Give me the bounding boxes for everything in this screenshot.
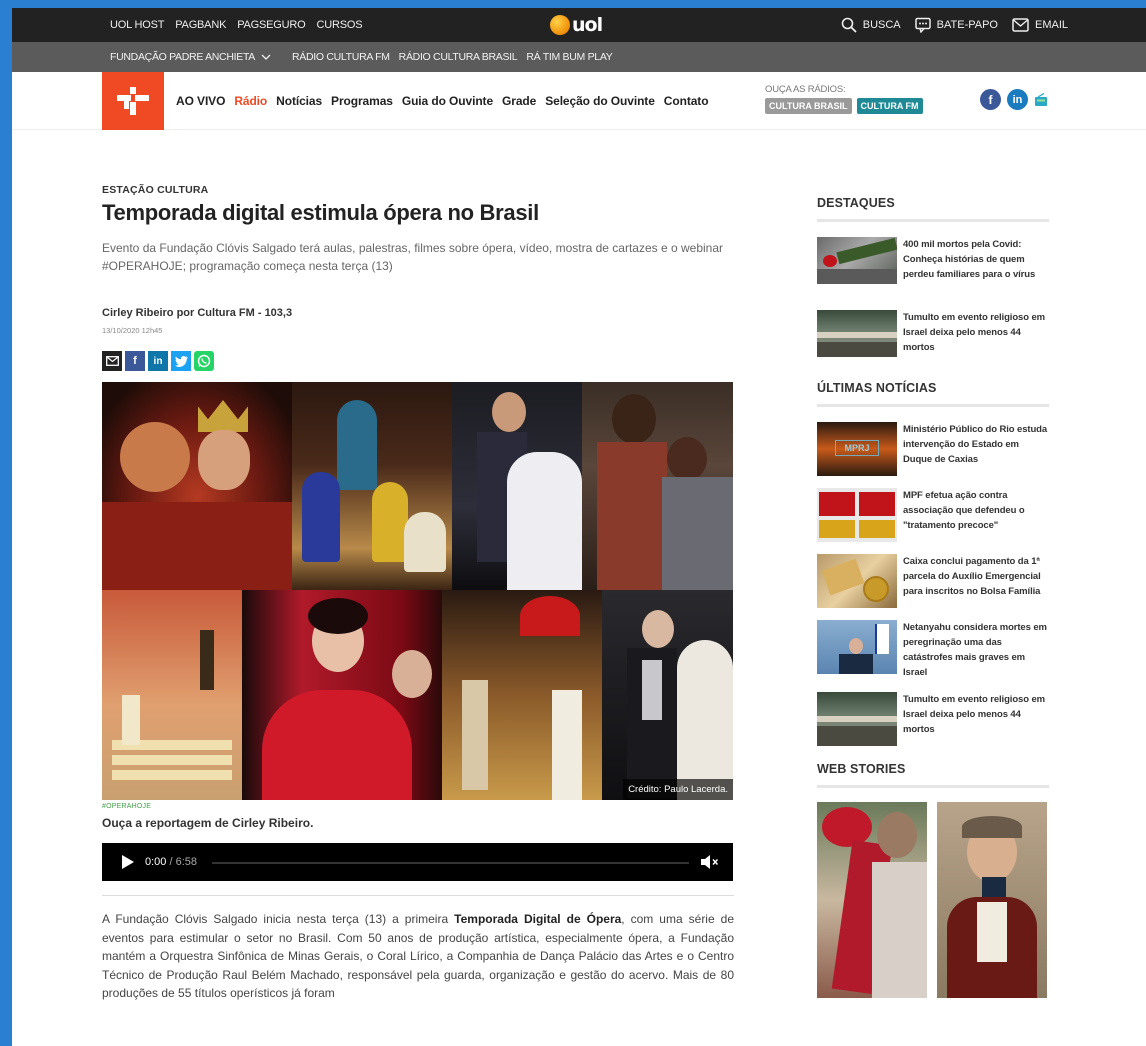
ultimas-thumb-israel (817, 692, 897, 746)
destaques-underline (817, 219, 1049, 222)
linkedin-icon[interactable]: in (1007, 89, 1028, 110)
ultimas-item[interactable]: MPF efetua ação contra associação que de… (817, 488, 1049, 542)
destaques-heading: DESTAQUES (817, 196, 895, 210)
sidebar: DESTAQUES 400 mil mortos pela Covid: Con… (817, 196, 1049, 998)
nav-selecao-do-ouvinte[interactable]: Seleção do Ouvinte (545, 94, 655, 108)
cultura-logo[interactable] (102, 72, 164, 130)
uol-link-cursos[interactable]: CURSOS (317, 19, 363, 31)
nav-grade[interactable]: Grade (502, 94, 536, 108)
audio-time: 0:00 / 6:58 (145, 856, 198, 868)
facebook-icon[interactable]: f (980, 89, 1001, 110)
nav-contato[interactable]: Contato (664, 94, 709, 108)
ultimas-thumb-caixa (817, 554, 897, 608)
radio-cultura-brasil-button[interactable]: CULTURA BRASIL (765, 98, 852, 114)
audio-player: 0:00 / 6:58 (102, 843, 733, 881)
uol-link-pagseguro[interactable]: PAGSEGURO (237, 19, 305, 31)
audio-progress-track[interactable] (212, 862, 689, 864)
article-title: Temporada digital estimula ópera no Bras… (102, 200, 539, 225)
search-icon (841, 17, 857, 33)
link-radio-cultura-brasil[interactable]: RÁDIO CULTURA BRASIL (399, 51, 518, 63)
ultimas-underline (817, 404, 1049, 407)
busca-link[interactable]: BUSCA (841, 17, 901, 33)
article-subtitle: Evento da Fundação Clóvis Salgado terá a… (102, 241, 724, 273)
link-radio-cultura-fm[interactable]: RÁDIO CULTURA FM (292, 51, 390, 63)
photo-tile-duet (582, 382, 733, 590)
photo-tile-soprano-red-dress (242, 590, 442, 800)
cultura-nav: AO VIVO Rádio Notícias Programas Guia do… (12, 72, 1146, 130)
nav-ao-vivo[interactable]: AO VIVO (176, 94, 225, 108)
chevron-down-icon (261, 54, 271, 60)
nav-radio[interactable]: Rádio (234, 94, 267, 108)
audio-current-time: 0:00 (145, 856, 167, 868)
share-whatsapp-icon[interactable] (194, 351, 214, 371)
photo-tag[interactable]: #OPERAHOJE (102, 803, 734, 810)
mute-icon[interactable] (701, 855, 719, 869)
listen-caption: Ouça a reportagem de Cirley Ribeiro. (102, 816, 314, 830)
share-email-icon[interactable] (102, 351, 122, 371)
destaque-thumb-covid (817, 237, 897, 284)
photo-tile-stage-ensemble (292, 382, 452, 590)
chat-icon (914, 17, 931, 33)
share-linkedin-icon[interactable]: in (148, 351, 168, 371)
uol-logo[interactable]: uol (550, 14, 603, 36)
fundacao-bar: FUNDAÇÃO PADRE ANCHIETA RÁDIO CULTURA FM… (12, 42, 1146, 72)
photo-credit: Crédito: Paulo Lacerda. (623, 779, 733, 800)
photo-tile-aida-scene (442, 590, 602, 800)
ultimas-item[interactable]: Caixa conclui pagamento da 1ª parcela do… (817, 554, 1049, 608)
article-body: A Fundação Clóvis Salgado inicia nesta t… (102, 912, 734, 1000)
photo-tile-egyptian-stage (102, 590, 242, 800)
mail-icon (1012, 18, 1029, 32)
nav-noticias[interactable]: Notícias (276, 94, 322, 108)
radios-label: OUÇA AS RÁDIOS: (765, 84, 846, 95)
link-ra-tim-bum-play[interactable]: RÁ TIM BUM PLAY (526, 51, 612, 63)
ultimas-item[interactable]: MPRJ Ministério Público do Rio estuda in… (817, 422, 1049, 476)
ultimas-item[interactable]: Netanyahu considera mortes em peregrinaç… (817, 620, 1049, 680)
bate-papo-link[interactable]: BATE-PAPO (914, 17, 998, 33)
article-author: Cirley Ribeiro por Cultura FM - 103,3 (102, 307, 293, 319)
radios-box: OUÇA AS RÁDIOS: CULTURA BRASIL CULTURA F… (765, 84, 923, 114)
email-link[interactable]: EMAIL (1012, 18, 1068, 32)
nav-programas[interactable]: Programas (331, 94, 393, 108)
ultimas-thumb-netanyahu (817, 620, 897, 674)
web-story-portrait[interactable] (937, 802, 1047, 998)
photo-tile-final-couple (602, 590, 733, 800)
radio-cultura-fm-button[interactable]: CULTURA FM (856, 98, 923, 114)
uol-ball-icon (550, 15, 570, 35)
destaque-thumb-israel (817, 310, 897, 357)
web-story-flowers[interactable] (817, 802, 927, 998)
ultimas-thumb-mprj: MPRJ (817, 422, 897, 476)
destaque-item[interactable]: 400 mil mortos pela Covid: Conheça histó… (817, 237, 1049, 284)
fundacao-dropdown[interactable]: FUNDAÇÃO PADRE ANCHIETA (110, 51, 271, 63)
uol-top-bar: UOL HOST PAGBANK PAGSEGURO CURSOS uol BU… (12, 8, 1146, 42)
share-twitter-icon[interactable] (171, 351, 191, 371)
article-date: 13/10/2020 12h45 (102, 326, 163, 335)
photo-tile-king-queen (102, 382, 292, 590)
ultimas-heading: ÚLTIMAS NOTÍCIAS (817, 381, 937, 395)
ultimas-thumb-mpf (817, 488, 897, 542)
divider (102, 895, 734, 896)
browser-page: UOL HOST PAGBANK PAGSEGURO CURSOS uol BU… (12, 8, 1146, 1046)
article-kicker: ESTAÇÃO CULTURA (102, 184, 209, 196)
destaque-item[interactable]: Tumulto em evento religioso em Israel de… (817, 310, 1049, 357)
article: ESTAÇÃO CULTURA Temporada digital estimu… (102, 184, 734, 1003)
article-photo-collage[interactable]: Crédito: Paulo Lacerda. (102, 382, 733, 800)
web-stories-heading: WEB STORIES (817, 762, 906, 776)
share-buttons: f in (102, 351, 734, 371)
audio-total-time: 6:58 (175, 856, 198, 868)
cultura-cross-icon (117, 87, 149, 115)
photo-tile-couple-embrace (452, 382, 582, 590)
share-facebook-icon[interactable]: f (125, 351, 145, 371)
uol-link-pagbank[interactable]: PAGBANK (175, 19, 226, 31)
radio-icon[interactable] (1034, 92, 1048, 107)
uol-link-host[interactable]: UOL HOST (110, 19, 164, 31)
ultimas-item[interactable]: Tumulto em evento religioso em Israel de… (817, 692, 1049, 746)
nav-guia-do-ouvinte[interactable]: Guia do Ouvinte (402, 94, 493, 108)
web-stories-underline (817, 785, 1049, 788)
play-icon[interactable] (122, 855, 134, 869)
web-stories-list (817, 802, 1049, 998)
